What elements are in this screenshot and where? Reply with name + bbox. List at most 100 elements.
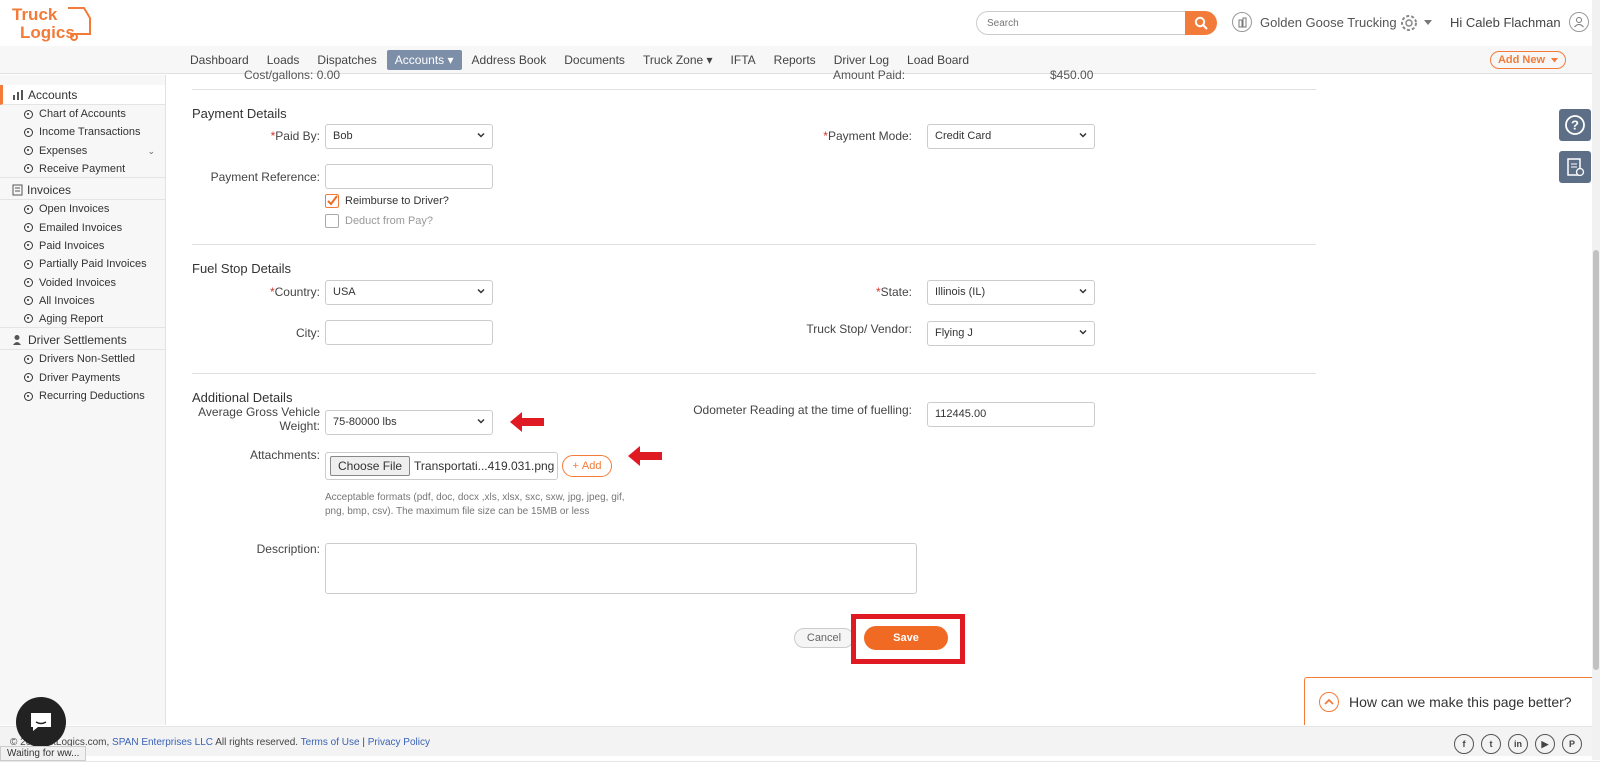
save-button[interactable]: Save [864, 626, 948, 650]
city-label: City: [296, 326, 320, 340]
nav-address-book[interactable]: Address Book [464, 50, 555, 70]
country-value: USA [333, 286, 356, 298]
gvw-select[interactable]: 75-80000 lbs [325, 410, 493, 435]
sidebar-item-voided-invoices[interactable]: Voided Invoices [0, 273, 165, 291]
search-button[interactable] [1185, 11, 1217, 35]
sidebar-item-chart-of-accounts[interactable]: Chart of Accounts [0, 105, 165, 123]
deduct-checkbox-row[interactable]: Deduct from Pay? [325, 214, 433, 228]
nav-driver-log[interactable]: Driver Log [826, 50, 897, 70]
divider [192, 89, 1316, 90]
reimburse-checkbox-row[interactable]: Reimburse to Driver? [325, 194, 449, 208]
sidebar-item-label: All Invoices [39, 294, 95, 307]
nav-reports[interactable]: Reports [766, 50, 824, 70]
browser-status-text: Waiting for ww... [0, 746, 87, 761]
span-enterprises-link[interactable]: SPAN Enterprises LLC [112, 737, 213, 748]
description-textarea[interactable] [325, 543, 917, 594]
choose-file-button[interactable]: Choose File [330, 456, 411, 476]
terms-link[interactable]: Terms of Use [301, 737, 360, 748]
nav-truck-zone-label: Truck Zone [642, 53, 704, 67]
company-switcher[interactable]: Golden Goose Trucking [1232, 12, 1397, 32]
feedback-widget[interactable]: How can we make this page better? [1304, 677, 1594, 725]
sidebar-item-label: Chart of Accounts [39, 108, 126, 121]
sidebar-item-label: Partially Paid Invoices [39, 258, 147, 271]
nav-documents[interactable]: Documents [556, 50, 633, 70]
sidebar-item-income-transactions[interactable]: Income Transactions [0, 123, 165, 141]
deduct-checkbox[interactable] [325, 214, 339, 228]
sidebar-item-emailed-invoices[interactable]: Emailed Invoices [0, 218, 165, 236]
pinterest-icon[interactable]: P [1562, 734, 1582, 754]
reimburse-checkbox[interactable] [325, 194, 339, 208]
privacy-link[interactable]: Privacy Policy [368, 737, 430, 748]
search-input[interactable] [976, 11, 1186, 35]
help-button[interactable]: ? [1559, 109, 1591, 141]
truck-logics-logo[interactable]: Truck Logics [10, 4, 96, 42]
youtube-icon[interactable]: ▶ [1535, 734, 1555, 754]
state-select[interactable]: Illinois (IL) [927, 280, 1095, 305]
sidebar-item-paid-invoices[interactable]: Paid Invoices [0, 237, 165, 255]
country-label-text: Country: [274, 285, 320, 299]
facebook-icon[interactable]: f [1454, 734, 1474, 754]
cancel-button[interactable]: Cancel [794, 628, 854, 648]
paid-by-select[interactable]: Bob [325, 124, 493, 149]
sidebar-item-drivers-non-settled[interactable]: Drivers Non-Settled [0, 350, 165, 368]
sidebar-item-partially-paid-invoices[interactable]: Partially Paid Invoices [0, 255, 165, 273]
odometer-input[interactable]: 112445.00 [927, 402, 1095, 427]
payment-mode-select[interactable]: Credit Card [927, 124, 1095, 149]
sidebar-item-recurring-deductions[interactable]: Recurring Deductions [0, 387, 165, 405]
notes-button[interactable] [1559, 151, 1591, 183]
vendor-label: Truck Stop/ Vendor: [806, 322, 912, 336]
search-icon [1194, 16, 1208, 30]
bullet-icon [24, 109, 33, 119]
sidebar-group-driver-settlements[interactable]: Driver Settlements [0, 330, 165, 351]
country-select[interactable]: USA [325, 280, 493, 305]
nav-dashboard[interactable]: Dashboard [182, 50, 257, 70]
social-links: f t in ▶ P [1454, 734, 1582, 754]
nav-ifta[interactable]: IFTA [723, 50, 764, 70]
gear-icon [1401, 15, 1417, 31]
sidebar-item-aging-report[interactable]: Aging Report [0, 310, 165, 329]
add-attachment-label: Add [581, 460, 602, 472]
amount-paid-label: Amount Paid: [833, 68, 906, 82]
sidebar-item-expenses[interactable]: Expenses ⌄ [0, 142, 165, 160]
state-value: Illinois (IL) [935, 286, 986, 298]
sidebar-group-accounts[interactable]: Accounts [0, 85, 165, 105]
driver-icon [13, 334, 21, 345]
user-menu[interactable]: Hi Caleb Flachman [1450, 12, 1589, 32]
payment-mode-value: Credit Card [935, 130, 992, 142]
file-input[interactable]: Choose File Transportati...419.031.png [325, 452, 558, 480]
expense-form: Cost/gallons: 0.00 Amount Paid: $450.00 … [192, 68, 1316, 715]
sidebar-item-open-invoices[interactable]: Open Invoices [0, 200, 165, 218]
add-attachment-button[interactable]: + Add [562, 455, 612, 477]
nav-truck-zone[interactable]: Truck Zone ▾ [635, 50, 721, 70]
fuel-stop-title: Fuel Stop Details [192, 261, 291, 276]
nav-dispatches[interactable]: Dispatches [309, 50, 384, 70]
svg-text:Truck: Truck [12, 5, 58, 24]
user-greeting: Hi Caleb Flachman [1450, 14, 1561, 30]
settings-menu[interactable] [1398, 12, 1432, 34]
state-label-text: State: [880, 285, 912, 299]
nav-loads[interactable]: Loads [259, 50, 308, 70]
sidebar-group-invoices[interactable]: Invoices [0, 180, 165, 201]
linkedin-icon[interactable]: in [1508, 734, 1528, 754]
city-input[interactable] [325, 320, 493, 345]
sidebar-group-label: Invoices [27, 182, 72, 197]
add-new-button[interactable]: Add New [1490, 51, 1566, 69]
country-label: *Country: [269, 285, 320, 299]
vendor-select[interactable]: Flying J [927, 321, 1095, 346]
chevron-down-icon[interactable]: ⌄ [147, 146, 155, 157]
scrollbar-thumb[interactable] [1593, 250, 1599, 670]
sidebar-item-all-invoices[interactable]: All Invoices [0, 292, 165, 310]
nav-load-board[interactable]: Load Board [899, 50, 977, 70]
sidebar-group-label: Accounts [28, 87, 78, 102]
chevron-up-icon [1319, 691, 1339, 712]
sidebar-item-receive-payment[interactable]: Receive Payment [0, 160, 165, 179]
twitter-icon[interactable]: t [1481, 734, 1501, 754]
cost-per-gallon-label: Cost/gallons: 0.00 [244, 68, 340, 82]
payment-reference-input[interactable] [325, 164, 493, 189]
nav-accounts[interactable]: Accounts ▾ [386, 50, 462, 70]
user-avatar-icon [1568, 12, 1589, 32]
sidebar-item-driver-payments[interactable]: Driver Payments [0, 369, 165, 387]
chat-button[interactable] [16, 697, 66, 747]
top-header: Truck Logics Golden Goose Trucking Hi Ca… [0, 0, 1600, 46]
sidebar-item-label: Expenses [39, 144, 88, 157]
